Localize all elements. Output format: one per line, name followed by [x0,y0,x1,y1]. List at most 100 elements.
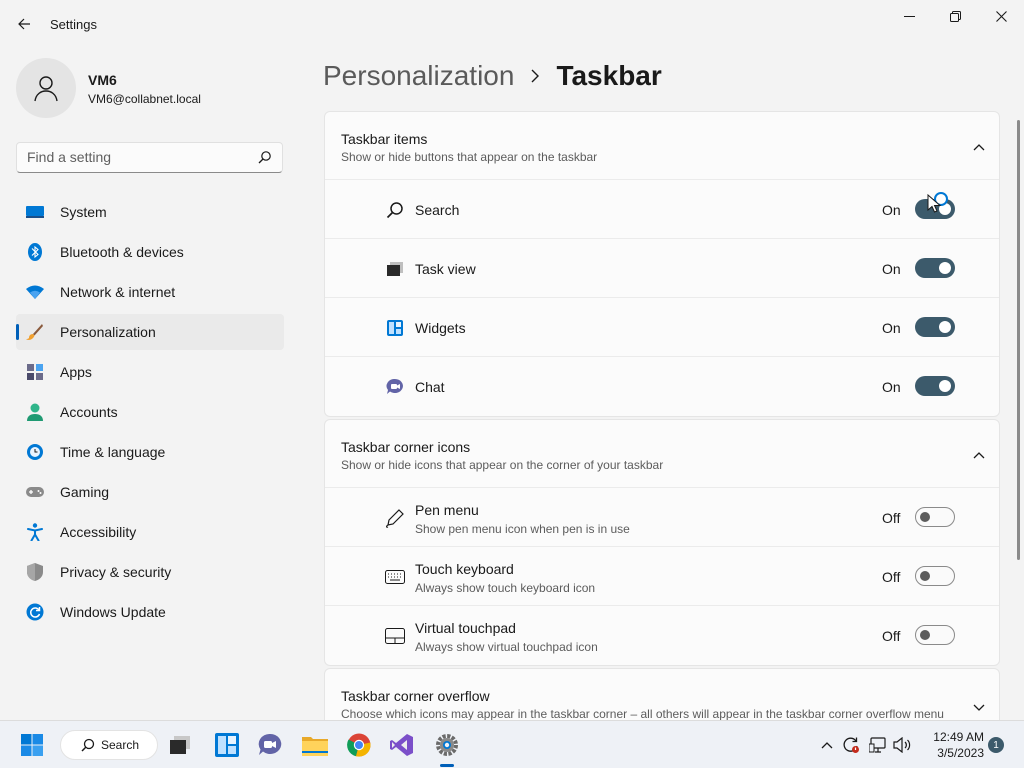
monitor-icon [26,203,44,221]
toggle-state-label: Off [882,628,901,644]
task-view-icon [385,259,405,279]
chevron-up-icon[interactable] [818,736,836,754]
row-label: Search [415,202,460,218]
person-icon [34,76,58,102]
avatar [16,58,76,118]
search-input[interactable] [27,149,247,165]
chat-icon [258,734,282,755]
sidebar-item-privacy-security[interactable]: Privacy & security [16,554,284,590]
section-subtitle: Show or hide buttons that appear on the … [341,150,598,164]
back-button[interactable] [8,10,40,38]
corner-icons-header[interactable]: Taskbar corner icons Show or hide icons … [325,420,999,488]
chat-toggle[interactable] [915,376,955,396]
chevron-right-icon [530,69,540,83]
chevron-up-icon[interactable] [973,138,985,156]
sidebar-item-apps[interactable]: Apps [16,354,284,390]
sidebar-nav: System Bluetooth & devices Network & int… [16,194,284,634]
update-icon [26,603,44,621]
sidebar-item-label: Personalization [60,324,156,340]
page-title: Taskbar [556,60,662,91]
widgets-toggle[interactable] [915,317,955,337]
virtual-touchpad-toggle[interactable] [915,625,955,645]
taskbar-items-header[interactable]: Taskbar items Show or hide buttons that … [325,112,999,180]
taskbar-settings[interactable] [431,729,463,761]
corner-overflow-section[interactable]: Taskbar corner overflow Choose which ico… [324,668,1000,728]
search-icon [81,738,95,752]
taskbar-widgets[interactable] [211,729,243,761]
windows-taskbar: Search 12:49 AM 3/5/2023 1 [0,720,1024,768]
clock-globe-icon [26,443,44,461]
settings-search[interactable] [16,142,283,173]
search-icon [385,200,405,220]
start-button[interactable] [16,729,48,761]
task-view-row: Task view On [325,239,999,298]
search-icon[interactable] [258,150,272,169]
taskbar-search-label: Search [101,738,140,752]
sidebar-item-gaming[interactable]: Gaming [16,474,284,510]
widgets-icon [385,318,405,338]
row-description: Show pen menu icon when pen is in use [415,522,630,536]
pen-menu-toggle[interactable] [915,507,955,527]
sidebar-item-label: System [60,204,107,220]
sidebar-item-label: Gaming [60,484,110,500]
user-profile[interactable]: VM6 VM6@collabnet.local [16,58,286,118]
chevron-down-icon[interactable] [973,699,985,717]
chevron-up-icon[interactable] [973,446,985,464]
scrollbar[interactable] [1017,120,1020,560]
chat-row: Chat On [325,357,999,416]
title-bar: Settings [0,0,1024,48]
toggle-state-label: On [882,202,901,218]
close-icon [995,10,1007,22]
taskbar-file-explorer[interactable] [299,729,331,761]
user-email: VM6@collabnet.local [88,92,201,106]
section-title: Taskbar corner icons [341,439,471,455]
sidebar-item-system[interactable]: System [16,194,284,230]
row-label: Widgets [415,320,466,336]
toggle-state-label: Off [882,569,901,585]
sidebar-item-label: Bluetooth & devices [60,244,184,260]
taskbar-clock[interactable]: 12:49 AM 3/5/2023 [920,729,984,761]
row-description: Always show virtual touchpad icon [415,640,598,654]
settings-icon [436,734,458,756]
network-icon[interactable] [869,736,887,754]
sidebar-item-accounts[interactable]: Accounts [16,394,284,430]
sidebar-item-bluetooth[interactable]: Bluetooth & devices [16,234,284,270]
row-label: Pen menu [415,502,479,518]
sync-alert-icon[interactable] [842,736,860,754]
breadcrumb-parent-link[interactable]: Personalization [323,60,514,92]
toggle-state-label: On [882,320,901,336]
mouse-cursor-icon [926,192,948,221]
taskbar-chat[interactable] [254,729,286,761]
clock-time: 12:49 AM [933,730,984,744]
touch-keyboard-toggle[interactable] [915,566,955,586]
maximize-button[interactable] [932,0,978,32]
sidebar-item-label: Network & internet [60,284,176,300]
back-arrow-icon [18,18,30,30]
brush-icon [26,323,44,341]
taskbar-search-button[interactable]: Search [60,730,158,760]
chrome-icon [347,733,371,757]
volume-icon[interactable] [893,736,911,754]
clock-date: 3/5/2023 [937,746,984,760]
sidebar-item-label: Privacy & security [60,564,172,580]
taskbar-visual-studio[interactable] [386,729,418,761]
shield-icon [26,563,44,581]
sidebar-item-label: Apps [60,364,92,380]
sidebar-item-personalization[interactable]: Personalization [16,314,284,350]
sidebar-item-accessibility[interactable]: Accessibility [16,514,284,550]
sidebar-item-network[interactable]: Network & internet [16,274,284,310]
section-title: Taskbar items [341,131,428,147]
task-view-toggle[interactable] [915,258,955,278]
visual-studio-icon [390,734,413,756]
window-title: Settings [50,17,97,32]
sidebar-item-windows-update[interactable]: Windows Update [16,594,284,630]
close-button[interactable] [978,0,1024,32]
notification-badge[interactable]: 1 [988,737,1004,753]
sidebar-item-time-language[interactable]: Time & language [16,434,284,470]
section-subtitle: Show or hide icons that appear on the co… [341,458,664,472]
minimize-button[interactable] [886,0,932,32]
taskbar-chrome[interactable] [343,729,375,761]
taskbar-task-view[interactable] [164,729,196,761]
sidebar-item-label: Windows Update [60,604,166,620]
file-explorer-icon [302,737,328,756]
